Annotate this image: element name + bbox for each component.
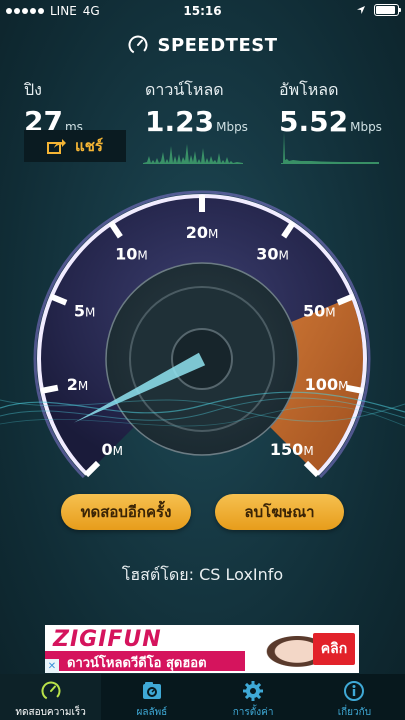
upload-graph	[281, 132, 379, 164]
ad-cta-button[interactable]: คลิก	[313, 633, 355, 665]
gear-icon	[243, 681, 264, 701]
gauge-label-number: 50	[303, 301, 325, 320]
tab-results-label: ผลลัพธ์	[136, 707, 168, 718]
tab-results[interactable]: ผลลัพธ์	[101, 674, 202, 720]
location-arrow-icon	[357, 6, 365, 14]
gauge-label-unit: M	[279, 248, 289, 262]
gauge-label-unit: M	[85, 305, 95, 319]
upload-label: อัพโหลด	[279, 80, 339, 99]
status-bar: LINE 4G 15:16	[0, 0, 405, 22]
ping-stat: ปิง 27 ms	[24, 78, 83, 138]
remove-ads-button[interactable]: ลบโฆษณา	[215, 494, 344, 530]
info-icon	[344, 681, 365, 701]
status-time: 15:16	[183, 4, 222, 18]
share-label: แชร์	[75, 137, 103, 155]
ping-label: ปิง	[24, 80, 42, 99]
gauge-label-unit: M	[325, 305, 335, 319]
app-header: SPEEDTEST	[0, 34, 405, 56]
tab-about[interactable]: เกี่ยวกับ	[304, 674, 405, 720]
gauge-label-number: 10	[115, 244, 137, 263]
tab-about-label: เกี่ยวกับ	[337, 707, 372, 718]
retest-button[interactable]: ทดสอบอีกครั้ง	[61, 494, 191, 530]
gauge-label-unit: M	[208, 227, 218, 241]
results-icon	[142, 682, 161, 699]
share-icon	[47, 139, 67, 154]
tab-bar: ทดสอบความเร็ว ผลลัพธ์ การตั้งค่า เกี่ยวก…	[0, 674, 405, 720]
tab-settings[interactable]: การตั้งค่า	[203, 674, 304, 720]
ad-close-icon[interactable]: ✕	[45, 659, 59, 673]
app-title: SPEEDTEST	[157, 34, 278, 56]
host-info: โฮสต์โดย: CS LoxInfo	[121, 565, 284, 584]
speedometer-icon	[41, 681, 61, 701]
speedometer-logo-icon	[128, 35, 148, 55]
ad-subtitle: ดาวน์โหลดวีดีโอ สุดฮอต	[67, 656, 207, 671]
tab-settings-label: การตั้งค่า	[232, 707, 274, 718]
gauge-label-unit: M	[137, 248, 147, 262]
gauge-label-number: 30	[256, 244, 278, 263]
ad-banner[interactable]: ZIGIFUN ดาวน์โหลดวีดีโอ สุดฮอต คลิก ✕	[45, 625, 359, 673]
gauge-label-number: 5	[74, 301, 85, 320]
battery-icon	[374, 4, 401, 16]
wave-decoration	[0, 391, 405, 427]
gauge-label-number: 20	[186, 223, 208, 242]
download-graph	[143, 144, 243, 164]
share-button[interactable]: แชร์	[24, 130, 126, 162]
tab-speedtest-label: ทดสอบความเร็ว	[15, 707, 86, 718]
download-label: ดาวน์โหลด	[145, 80, 224, 99]
tab-speedtest[interactable]: ทดสอบความเร็ว	[0, 674, 102, 720]
ad-brand: ZIGIFUN	[53, 627, 162, 652]
status-right	[356, 4, 401, 16]
